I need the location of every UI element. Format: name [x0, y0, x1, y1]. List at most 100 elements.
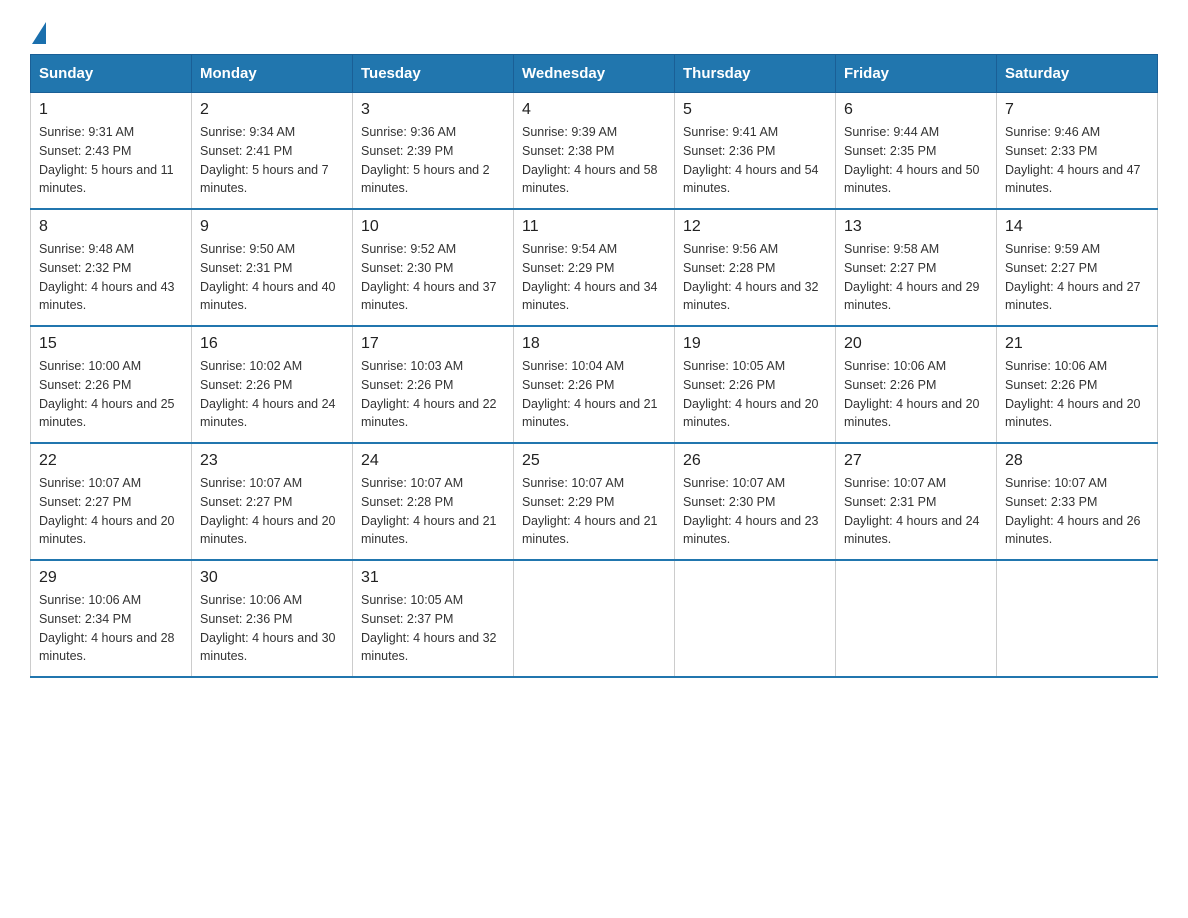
calendar-cell: 20 Sunrise: 10:06 AM Sunset: 2:26 PM Day…	[836, 326, 997, 443]
calendar-cell: 23 Sunrise: 10:07 AM Sunset: 2:27 PM Day…	[192, 443, 353, 560]
calendar-cell: 17 Sunrise: 10:03 AM Sunset: 2:26 PM Day…	[353, 326, 514, 443]
day-number: 4	[522, 101, 666, 119]
calendar-cell: 22 Sunrise: 10:07 AM Sunset: 2:27 PM Day…	[31, 443, 192, 560]
calendar-cell: 9 Sunrise: 9:50 AM Sunset: 2:31 PM Dayli…	[192, 209, 353, 326]
calendar-cell: 30 Sunrise: 10:06 AM Sunset: 2:36 PM Day…	[192, 560, 353, 677]
calendar-week-row: 1 Sunrise: 9:31 AM Sunset: 2:43 PM Dayli…	[31, 93, 1158, 210]
weekday-header-monday: Monday	[192, 55, 353, 93]
day-info: Sunrise: 10:03 AM Sunset: 2:26 PM Daylig…	[361, 357, 505, 432]
day-number: 25	[522, 452, 666, 470]
calendar-cell: 26 Sunrise: 10:07 AM Sunset: 2:30 PM Day…	[675, 443, 836, 560]
day-info: Sunrise: 9:34 AM Sunset: 2:41 PM Dayligh…	[200, 123, 344, 198]
day-info: Sunrise: 9:39 AM Sunset: 2:38 PM Dayligh…	[522, 123, 666, 198]
day-number: 22	[39, 452, 183, 470]
day-info: Sunrise: 10:05 AM Sunset: 2:26 PM Daylig…	[683, 357, 827, 432]
day-info: Sunrise: 9:48 AM Sunset: 2:32 PM Dayligh…	[39, 240, 183, 315]
calendar-cell: 29 Sunrise: 10:06 AM Sunset: 2:34 PM Day…	[31, 560, 192, 677]
calendar-cell: 21 Sunrise: 10:06 AM Sunset: 2:26 PM Day…	[997, 326, 1158, 443]
calendar-cell	[836, 560, 997, 677]
day-info: Sunrise: 10:06 AM Sunset: 2:26 PM Daylig…	[844, 357, 988, 432]
day-number: 6	[844, 101, 988, 119]
day-number: 16	[200, 335, 344, 353]
day-number: 13	[844, 218, 988, 236]
day-info: Sunrise: 10:07 AM Sunset: 2:29 PM Daylig…	[522, 474, 666, 549]
calendar-cell: 2 Sunrise: 9:34 AM Sunset: 2:41 PM Dayli…	[192, 93, 353, 210]
page-header	[30, 20, 1158, 44]
calendar-week-row: 8 Sunrise: 9:48 AM Sunset: 2:32 PM Dayli…	[31, 209, 1158, 326]
day-number: 10	[361, 218, 505, 236]
day-info: Sunrise: 9:36 AM Sunset: 2:39 PM Dayligh…	[361, 123, 505, 198]
day-number: 23	[200, 452, 344, 470]
day-info: Sunrise: 10:07 AM Sunset: 2:28 PM Daylig…	[361, 474, 505, 549]
day-info: Sunrise: 9:46 AM Sunset: 2:33 PM Dayligh…	[1005, 123, 1149, 198]
weekday-header-wednesday: Wednesday	[514, 55, 675, 93]
day-number: 11	[522, 218, 666, 236]
day-number: 2	[200, 101, 344, 119]
day-number: 12	[683, 218, 827, 236]
day-number: 1	[39, 101, 183, 119]
calendar-cell: 13 Sunrise: 9:58 AM Sunset: 2:27 PM Dayl…	[836, 209, 997, 326]
day-info: Sunrise: 10:06 AM Sunset: 2:34 PM Daylig…	[39, 591, 183, 666]
day-number: 7	[1005, 101, 1149, 119]
calendar-cell: 5 Sunrise: 9:41 AM Sunset: 2:36 PM Dayli…	[675, 93, 836, 210]
day-info: Sunrise: 9:31 AM Sunset: 2:43 PM Dayligh…	[39, 123, 183, 198]
day-info: Sunrise: 10:07 AM Sunset: 2:27 PM Daylig…	[39, 474, 183, 549]
calendar-cell: 19 Sunrise: 10:05 AM Sunset: 2:26 PM Day…	[675, 326, 836, 443]
day-number: 27	[844, 452, 988, 470]
calendar-cell: 15 Sunrise: 10:00 AM Sunset: 2:26 PM Day…	[31, 326, 192, 443]
calendar-cell: 14 Sunrise: 9:59 AM Sunset: 2:27 PM Dayl…	[997, 209, 1158, 326]
day-info: Sunrise: 9:56 AM Sunset: 2:28 PM Dayligh…	[683, 240, 827, 315]
day-number: 17	[361, 335, 505, 353]
calendar-cell: 10 Sunrise: 9:52 AM Sunset: 2:30 PM Dayl…	[353, 209, 514, 326]
calendar-cell: 11 Sunrise: 9:54 AM Sunset: 2:29 PM Dayl…	[514, 209, 675, 326]
day-info: Sunrise: 10:07 AM Sunset: 2:31 PM Daylig…	[844, 474, 988, 549]
calendar-cell: 12 Sunrise: 9:56 AM Sunset: 2:28 PM Dayl…	[675, 209, 836, 326]
day-number: 9	[200, 218, 344, 236]
calendar-cell: 7 Sunrise: 9:46 AM Sunset: 2:33 PM Dayli…	[997, 93, 1158, 210]
calendar-cell: 25 Sunrise: 10:07 AM Sunset: 2:29 PM Day…	[514, 443, 675, 560]
calendar-week-row: 29 Sunrise: 10:06 AM Sunset: 2:34 PM Day…	[31, 560, 1158, 677]
calendar-cell: 6 Sunrise: 9:44 AM Sunset: 2:35 PM Dayli…	[836, 93, 997, 210]
calendar-cell	[675, 560, 836, 677]
day-number: 30	[200, 569, 344, 587]
day-info: Sunrise: 10:07 AM Sunset: 2:27 PM Daylig…	[200, 474, 344, 549]
calendar-header-row: SundayMondayTuesdayWednesdayThursdayFrid…	[31, 55, 1158, 93]
weekday-header-saturday: Saturday	[997, 55, 1158, 93]
day-info: Sunrise: 10:05 AM Sunset: 2:37 PM Daylig…	[361, 591, 505, 666]
calendar-cell: 28 Sunrise: 10:07 AM Sunset: 2:33 PM Day…	[997, 443, 1158, 560]
day-number: 3	[361, 101, 505, 119]
day-info: Sunrise: 10:02 AM Sunset: 2:26 PM Daylig…	[200, 357, 344, 432]
weekday-header-tuesday: Tuesday	[353, 55, 514, 93]
day-number: 20	[844, 335, 988, 353]
calendar-cell: 31 Sunrise: 10:05 AM Sunset: 2:37 PM Day…	[353, 560, 514, 677]
day-info: Sunrise: 10:04 AM Sunset: 2:26 PM Daylig…	[522, 357, 666, 432]
calendar-cell: 24 Sunrise: 10:07 AM Sunset: 2:28 PM Day…	[353, 443, 514, 560]
day-number: 21	[1005, 335, 1149, 353]
day-number: 15	[39, 335, 183, 353]
day-info: Sunrise: 9:59 AM Sunset: 2:27 PM Dayligh…	[1005, 240, 1149, 315]
calendar-cell	[514, 560, 675, 677]
day-info: Sunrise: 9:50 AM Sunset: 2:31 PM Dayligh…	[200, 240, 344, 315]
day-number: 29	[39, 569, 183, 587]
weekday-header-sunday: Sunday	[31, 55, 192, 93]
weekday-header-friday: Friday	[836, 55, 997, 93]
calendar-cell	[997, 560, 1158, 677]
day-number: 14	[1005, 218, 1149, 236]
day-info: Sunrise: 9:52 AM Sunset: 2:30 PM Dayligh…	[361, 240, 505, 315]
day-info: Sunrise: 9:54 AM Sunset: 2:29 PM Dayligh…	[522, 240, 666, 315]
calendar-cell: 8 Sunrise: 9:48 AM Sunset: 2:32 PM Dayli…	[31, 209, 192, 326]
day-info: Sunrise: 9:41 AM Sunset: 2:36 PM Dayligh…	[683, 123, 827, 198]
day-number: 5	[683, 101, 827, 119]
calendar-cell: 18 Sunrise: 10:04 AM Sunset: 2:26 PM Day…	[514, 326, 675, 443]
calendar-week-row: 22 Sunrise: 10:07 AM Sunset: 2:27 PM Day…	[31, 443, 1158, 560]
day-number: 18	[522, 335, 666, 353]
calendar-cell: 16 Sunrise: 10:02 AM Sunset: 2:26 PM Day…	[192, 326, 353, 443]
day-info: Sunrise: 10:07 AM Sunset: 2:30 PM Daylig…	[683, 474, 827, 549]
weekday-header-thursday: Thursday	[675, 55, 836, 93]
day-info: Sunrise: 10:06 AM Sunset: 2:26 PM Daylig…	[1005, 357, 1149, 432]
day-number: 26	[683, 452, 827, 470]
calendar-table: SundayMondayTuesdayWednesdayThursdayFrid…	[30, 54, 1158, 678]
calendar-cell: 3 Sunrise: 9:36 AM Sunset: 2:39 PM Dayli…	[353, 93, 514, 210]
day-number: 28	[1005, 452, 1149, 470]
day-info: Sunrise: 10:00 AM Sunset: 2:26 PM Daylig…	[39, 357, 183, 432]
